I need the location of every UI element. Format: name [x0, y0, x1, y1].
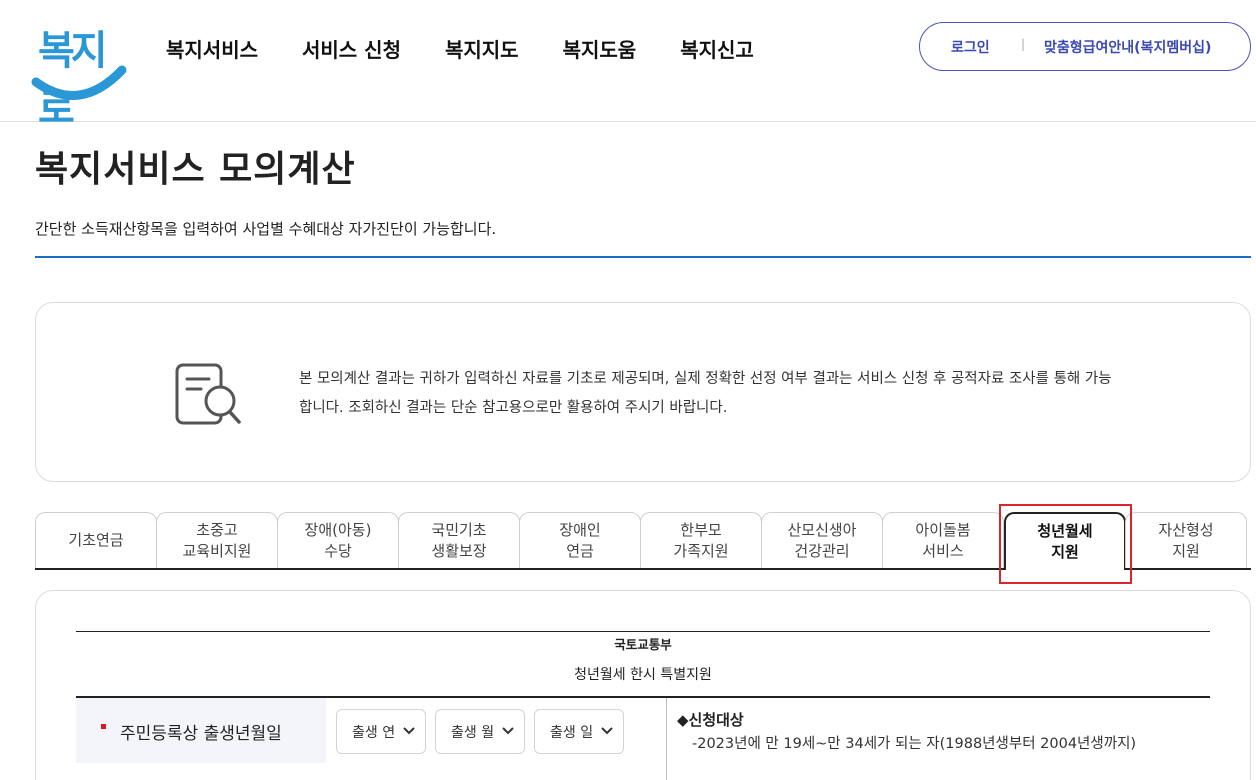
birth-month-select[interactable]: 출생 월 — [435, 709, 525, 754]
tab-label: 자산형성 지원 — [1158, 520, 1214, 560]
tab-basic-pension[interactable]: 기초연금 — [35, 512, 157, 568]
page-title: 복지서비스 모의계산 — [35, 149, 356, 190]
service-top-divider — [76, 631, 1210, 632]
title-divider — [35, 256, 1251, 258]
birthdate-label: 주민등록상 출생년월일 — [120, 724, 282, 744]
nav-welfare-map[interactable]: 복지지도 — [445, 34, 519, 63]
tab-label: 국민기초 생활보장 — [431, 520, 487, 560]
tab-label: 아이돌봄 서비스 — [915, 520, 971, 560]
logo-smile-icon — [31, 65, 127, 100]
tab-label: 한부모 가족지원 — [673, 520, 729, 560]
chevron-down-icon — [403, 727, 415, 735]
service-ministry: 국토교통부 — [614, 637, 672, 652]
birth-day-select[interactable]: 출생 일 — [534, 709, 624, 754]
tab-disability-pension[interactable]: 장애인 연금 — [519, 512, 641, 568]
active-tab-highlight — [999, 504, 1132, 584]
tab-asset-building[interactable]: 자산형성 지원 — [1125, 512, 1247, 568]
select-value: 출생 일 — [550, 724, 594, 741]
document-search-icon — [175, 363, 241, 425]
nav-welfare-services[interactable]: 복지서비스 — [166, 34, 258, 63]
required-marker — [101, 724, 106, 729]
notice-box: 본 모의계산 결과는 귀하가 입력하신 자료를 기초로 제공되며, 실제 정확한… — [35, 302, 1251, 482]
notice-text: 본 모의계산 결과는 귀하가 입력하신 자료를 기초로 제공되며, 실제 정확한… — [299, 371, 1112, 416]
nav-welfare-report[interactable]: 복지신고 — [680, 34, 754, 63]
membership-link[interactable]: 맞춤형급여안내(복지멤버십) — [1044, 37, 1211, 57]
util-menu: 로그인 | 맞춤형급여안내(복지멤버십) — [919, 22, 1251, 71]
vertical-divider — [666, 698, 667, 780]
nav-welfare-help[interactable]: 복지도움 — [563, 34, 637, 63]
site-header: 복지로 복지서비스 서비스 신청 복지지도 복지도움 복지신고 로그인 | 맞춤… — [0, 0, 1256, 132]
chevron-down-icon — [502, 727, 514, 735]
login-link[interactable]: 로그인 — [951, 37, 990, 57]
criteria-title: ◆신청대상 — [677, 711, 744, 729]
main-nav: 복지서비스 서비스 신청 복지지도 복지도움 복지신고 — [166, 34, 798, 63]
tab-disabled-child-allowance[interactable]: 장애(아동) 수당 — [277, 512, 399, 568]
nav-service-apply[interactable]: 서비스 신청 — [302, 34, 401, 63]
tab-school-expense[interactable]: 초중고 교육비지원 — [156, 512, 278, 568]
tab-label: 장애(아동) 수당 — [304, 520, 372, 560]
tab-maternal-newborn[interactable]: 산모신생아 건강관리 — [761, 512, 883, 568]
tab-label: 기초연금 — [68, 531, 124, 549]
criteria-text: -2023년에 만 19세~만 34세가 되는 자(1988년생부터 2004년… — [692, 736, 1137, 752]
tab-child-care[interactable]: 아이돌봄 서비스 — [882, 512, 1004, 568]
page-description: 간단한 소득재산항목을 입력하여 사업별 수혜대상 자가진단이 가능합니다. — [35, 220, 497, 238]
tab-label: 초중고 교육비지원 — [182, 520, 252, 560]
tab-single-parent[interactable]: 한부모 가족지원 — [640, 512, 762, 568]
chevron-down-icon — [601, 727, 613, 735]
service-name: 청년월세 한시 특별지원 — [574, 667, 712, 683]
tab-label: 장애인 연금 — [559, 520, 601, 560]
select-value: 출생 연 — [352, 724, 396, 741]
birth-year-select[interactable]: 출생 연 — [336, 709, 426, 754]
site-logo[interactable]: 복지로 — [30, 18, 130, 132]
select-value: 출생 월 — [451, 724, 495, 741]
tab-label: 산모신생아 건강관리 — [787, 520, 857, 560]
util-separator: | — [1021, 37, 1026, 51]
tab-basic-livelihood[interactable]: 국민기초 생활보장 — [398, 512, 520, 568]
